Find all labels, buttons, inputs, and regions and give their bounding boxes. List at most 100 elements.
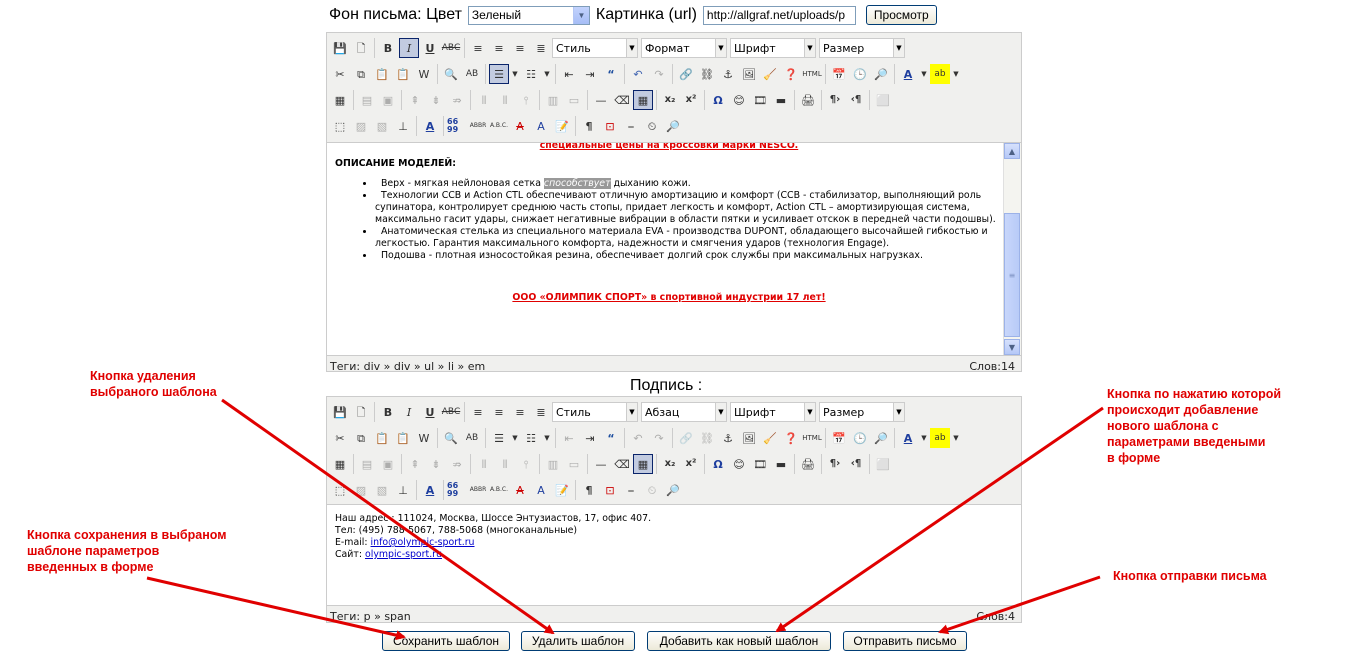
delete-row-icon[interactable]: ⇏ bbox=[447, 454, 467, 474]
background-color-icon[interactable]: ab bbox=[930, 64, 950, 84]
strikethrough-icon[interactable]: ABC bbox=[441, 38, 461, 58]
cell-props-icon[interactable]: ▣ bbox=[378, 454, 398, 474]
redo-icon[interactable]: ↷ bbox=[649, 428, 669, 448]
redo-icon[interactable]: ↷ bbox=[649, 64, 669, 84]
align-left-icon[interactable]: ≡ bbox=[468, 402, 488, 422]
cleanup-icon[interactable]: 🧹 bbox=[760, 428, 780, 448]
ins-icon[interactable]: A bbox=[531, 116, 551, 136]
format-select[interactable]: Формат ▼ bbox=[641, 38, 727, 58]
align-justify-icon[interactable]: ≣ bbox=[531, 38, 551, 58]
cite-icon[interactable]: 66 99 bbox=[447, 116, 467, 136]
remove-format-icon[interactable]: ⌫ bbox=[612, 454, 632, 474]
indent-icon[interactable]: ⇥ bbox=[580, 428, 600, 448]
move-forward-icon[interactable]: ▨ bbox=[351, 116, 371, 136]
move-backward-icon[interactable]: ▧ bbox=[372, 480, 392, 500]
move-forward-icon[interactable]: ▨ bbox=[351, 480, 371, 500]
help-icon[interactable]: ❓ bbox=[781, 64, 801, 84]
align-right-icon[interactable]: ≡ bbox=[510, 38, 530, 58]
split-cells-icon[interactable]: ▥ bbox=[543, 90, 563, 110]
copy-icon[interactable]: ⧉ bbox=[351, 64, 371, 84]
italic-icon[interactable]: I bbox=[399, 402, 419, 422]
new-document-icon[interactable]: 🗋 bbox=[351, 402, 371, 422]
spellcheck-icon[interactable]: 🔎 bbox=[663, 480, 683, 500]
chevron-down-icon[interactable]: ▼ bbox=[510, 64, 520, 84]
align-right-icon[interactable]: ≡ bbox=[510, 402, 530, 422]
paste-text-icon[interactable]: 📋 bbox=[393, 428, 413, 448]
row-props-icon[interactable]: ▤ bbox=[357, 454, 377, 474]
nonbreaking-icon[interactable]: ⊡ bbox=[600, 116, 620, 136]
background-color-icon[interactable]: ab bbox=[930, 428, 950, 448]
delete-template-button[interactable]: Удалить шаблон bbox=[521, 631, 635, 651]
visual-aid-icon[interactable]: ▦ bbox=[633, 90, 653, 110]
insert-row-after-icon[interactable]: ⇟ bbox=[426, 90, 446, 110]
rtl-icon[interactable]: ‹¶ bbox=[846, 90, 866, 110]
email-link[interactable]: info@olympic-sport.ru bbox=[371, 537, 475, 548]
chevron-down-icon[interactable]: ▼ bbox=[919, 64, 929, 84]
insert-table-icon[interactable]: ▦ bbox=[330, 454, 350, 474]
emoticon-icon[interactable]: 😊 bbox=[729, 454, 749, 474]
chevron-down-icon[interactable]: ▼ bbox=[951, 428, 961, 448]
insert-row-after-icon[interactable]: ⇟ bbox=[426, 454, 446, 474]
scroll-thumb[interactable]: ≡ bbox=[1004, 213, 1020, 337]
cleanup-icon[interactable]: 🧹 bbox=[760, 64, 780, 84]
copy-icon[interactable]: ⧉ bbox=[351, 428, 371, 448]
absolute-icon[interactable]: ⊥ bbox=[393, 116, 413, 136]
ltr-icon[interactable]: ¶› bbox=[825, 454, 845, 474]
text-color-icon[interactable]: A bbox=[898, 428, 918, 448]
site-link[interactable]: olympic-sport.ru bbox=[365, 549, 442, 560]
visual-aid-icon[interactable]: ▦ bbox=[633, 454, 653, 474]
insert-row-before-icon[interactable]: ⇞ bbox=[405, 90, 425, 110]
add-new-template-button[interactable]: Добавить как новый шаблон bbox=[647, 631, 831, 651]
outdent-icon[interactable]: ⇤ bbox=[559, 428, 579, 448]
chevron-down-icon[interactable]: ▼ bbox=[510, 428, 520, 448]
template-icon[interactable]: ⏲ bbox=[642, 480, 662, 500]
bullet-list-icon[interactable]: ☰ bbox=[489, 64, 509, 84]
media-icon[interactable]: 🎞 bbox=[750, 90, 770, 110]
unlink-icon[interactable]: ⛓ bbox=[697, 64, 717, 84]
subscript-icon[interactable]: x₂ bbox=[660, 90, 680, 110]
style-select[interactable]: Стиль ▼ bbox=[552, 38, 638, 58]
delete-col-icon[interactable]: ⫯ bbox=[516, 90, 536, 110]
strikethrough-icon[interactable]: ABC bbox=[441, 402, 461, 422]
fullscreen-icon[interactable]: ⬜ bbox=[873, 90, 893, 110]
insert-time-icon[interactable]: 🕒 bbox=[850, 428, 870, 448]
find-icon[interactable]: 🔍 bbox=[441, 64, 461, 84]
template-icon[interactable]: ⏲ bbox=[642, 116, 662, 136]
abbr-icon[interactable]: ABBR bbox=[468, 480, 488, 500]
ltr-icon[interactable]: ¶› bbox=[825, 90, 845, 110]
preview-button[interactable]: Просмотр bbox=[865, 5, 937, 25]
visual-chars-icon[interactable]: ¶ bbox=[579, 116, 599, 136]
cite-icon[interactable]: 66 99 bbox=[447, 480, 467, 500]
paste-word-icon[interactable]: W bbox=[414, 64, 434, 84]
size-select[interactable]: Размер ▼ bbox=[819, 402, 905, 422]
insert-row-before-icon[interactable]: ⇞ bbox=[405, 454, 425, 474]
numbered-list-icon[interactable]: ☷ bbox=[521, 64, 541, 84]
print-icon[interactable]: 🖨 bbox=[798, 90, 818, 110]
chevron-down-icon[interactable]: ▼ bbox=[1004, 339, 1020, 355]
horizontal-rule-icon[interactable]: — bbox=[591, 454, 611, 474]
chevron-down-icon[interactable]: ▼ bbox=[919, 428, 929, 448]
font-select[interactable]: Шрифт ▼ bbox=[730, 38, 816, 58]
delete-col-icon[interactable]: ⫯ bbox=[516, 454, 536, 474]
remove-format-icon[interactable]: ⌫ bbox=[612, 90, 632, 110]
background-color-select[interactable]: Зеленый ▼ bbox=[467, 5, 590, 25]
attributes-icon[interactable]: 📝 bbox=[552, 480, 572, 500]
insert-layer-icon[interactable]: ⬚ bbox=[330, 116, 350, 136]
paste-icon[interactable]: 📋 bbox=[372, 428, 392, 448]
delete-row-icon[interactable]: ⇏ bbox=[447, 90, 467, 110]
font-select[interactable]: Шрифт ▼ bbox=[730, 402, 816, 422]
underline-icon[interactable]: U bbox=[420, 38, 440, 58]
editor-scrollbar[interactable]: ▲ ≡ ▼ bbox=[1003, 143, 1021, 355]
cell-props-icon[interactable]: ▣ bbox=[378, 90, 398, 110]
text-color-icon[interactable]: A bbox=[898, 64, 918, 84]
save-template-button[interactable]: Сохранить шаблон bbox=[382, 631, 510, 651]
insert-col-before-icon[interactable]: ⫴ bbox=[474, 454, 494, 474]
visual-chars-icon[interactable]: ¶ bbox=[579, 480, 599, 500]
html-icon[interactable]: HTML bbox=[802, 428, 822, 448]
superscript-icon[interactable]: x² bbox=[681, 90, 701, 110]
save-icon[interactable]: 💾 bbox=[330, 38, 350, 58]
unlink-icon[interactable]: ⛓ bbox=[697, 428, 717, 448]
replace-icon[interactable]: AB bbox=[462, 428, 482, 448]
rtl-icon[interactable]: ‹¶ bbox=[846, 454, 866, 474]
advhr-icon[interactable]: ▬ bbox=[771, 454, 791, 474]
